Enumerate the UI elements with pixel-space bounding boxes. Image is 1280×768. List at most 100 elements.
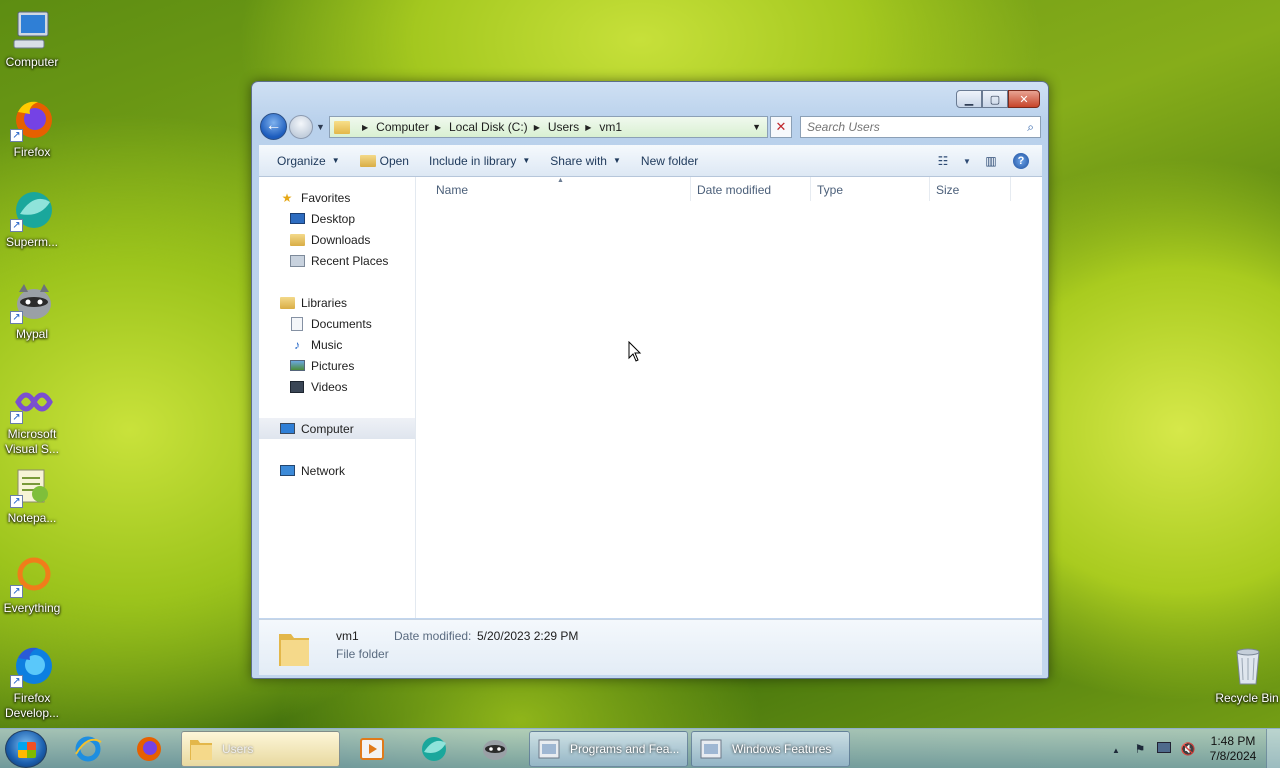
recent-pages-dropdown[interactable]: ▼ — [316, 122, 325, 132]
nav-item-desktop[interactable]: Desktop — [259, 208, 415, 229]
start-button[interactable] — [5, 730, 47, 768]
taskbar: Users Programs and Fea... Windows Featur… — [0, 728, 1280, 768]
nav-item-pictures[interactable]: Pictures — [259, 355, 415, 376]
help-button[interactable]: ? — [1006, 149, 1036, 173]
desktop-icon-visual-studio[interactable]: ↗ Microsoft Visual S... — [0, 380, 64, 457]
action-center-flag-icon[interactable]: ⚑ — [1128, 742, 1152, 756]
taskbar-pin-supermium[interactable] — [406, 732, 462, 766]
desktop-icon-label: Microsoft Visual S... — [5, 427, 59, 456]
address-dropdown-icon[interactable]: ▼ — [752, 122, 761, 132]
nav-label: Documents — [311, 316, 372, 331]
new-folder-label: New folder — [640, 153, 699, 168]
stop-loading-button[interactable]: ✕ — [770, 116, 792, 138]
nav-item-documents[interactable]: Documents — [259, 313, 415, 334]
taskbar-task-windows-features[interactable]: Windows Features — [691, 731, 850, 767]
forward-button[interactable] — [289, 115, 313, 139]
maximize-button[interactable]: ▢ — [982, 90, 1008, 108]
view-controls: ☷ ▼ ▥ ? — [928, 149, 1036, 173]
address-bar[interactable]: ▶ Computer ▶ Local Disk (C:) ▶ Users ▶ v… — [329, 116, 768, 138]
nav-item-music[interactable]: ♪ Music — [259, 334, 415, 355]
network-status-icon[interactable] — [1152, 742, 1176, 756]
desktop-icon-firefox-developer[interactable]: ↗ Firefox Develop... — [0, 644, 64, 721]
breadcrumb-item-vm1[interactable]: vm1 — [599, 120, 622, 134]
breadcrumb-arrow-icon[interactable]: ▶ — [585, 123, 591, 132]
taskbar-pin-mypal[interactable] — [467, 732, 523, 766]
nav-item-favorites[interactable]: ★ Favorites — [259, 187, 415, 208]
help-icon: ? — [1013, 153, 1029, 169]
details-pane: vm1 Date modified: 5/20/2023 2:29 PM Fil… — [259, 619, 1042, 675]
file-list[interactable]: ▲ Name Date modified Type Size — [417, 177, 1042, 618]
search-icon[interactable]: ⌕ — [1027, 120, 1034, 135]
column-header-name[interactable]: Name — [436, 183, 468, 197]
desktop-icon-label: Firefox Develop... — [4, 691, 60, 720]
open-label: Open — [379, 153, 409, 168]
organize-button[interactable]: Organize ▼ — [259, 149, 350, 173]
details-date-value: 5/20/2023 2:29 PM — [477, 629, 579, 643]
chevron-down-icon: ▼ — [316, 122, 325, 132]
desktop-icon-computer[interactable]: Computer — [0, 8, 64, 70]
minimize-button[interactable]: ▁ — [956, 90, 982, 108]
details-item-name: vm1 — [336, 629, 359, 643]
show-desktop-button[interactable] — [1266, 729, 1280, 768]
view-options-dropdown[interactable]: ▼ — [958, 149, 976, 173]
everything-icon: ↗ — [10, 554, 54, 598]
search-input[interactable] — [801, 117, 1011, 137]
computer-icon — [279, 422, 295, 436]
firefox-developer-icon: ↗ — [10, 644, 54, 688]
desktop-icon-mypal[interactable]: ↗ Mypal — [0, 280, 64, 342]
details-date-label: Date modified: — [394, 629, 472, 643]
nav-item-videos[interactable]: Videos — [259, 376, 415, 397]
close-icon: ✕ — [775, 119, 787, 134]
column-header-date-modified[interactable]: Date modified — [697, 183, 771, 197]
desktop-icon-label: Recycle Bin — [1215, 691, 1279, 705]
breadcrumb-item-local-disk[interactable]: Local Disk (C:) — [449, 120, 528, 134]
back-button[interactable]: ← — [260, 113, 287, 140]
breadcrumb-item-computer[interactable]: Computer — [376, 120, 429, 134]
taskbar-pin-firefox[interactable] — [121, 732, 177, 766]
taskbar-task-programs-and-features[interactable]: Programs and Fea... — [529, 731, 688, 767]
close-button[interactable]: ✕ — [1008, 90, 1040, 108]
column-header-type[interactable]: Type — [817, 183, 843, 197]
new-folder-button[interactable]: New folder — [631, 149, 708, 173]
taskbar-pin-internet-explorer[interactable] — [60, 732, 116, 766]
volume-muted-icon[interactable]: 🔇 — [1176, 742, 1200, 756]
windows-logo-icon — [18, 742, 36, 758]
taskbar-task-users[interactable]: Users — [181, 731, 340, 767]
desktop-icon-firefox[interactable]: ↗ Firefox — [0, 98, 64, 160]
minimize-icon: ▁ — [964, 93, 974, 106]
mypal-icon: ↗ — [10, 280, 54, 324]
computer-icon — [10, 8, 54, 52]
breadcrumb-item-users[interactable]: Users — [548, 120, 579, 134]
nav-item-computer[interactable]: Computer — [259, 418, 415, 439]
nav-item-recent-places[interactable]: Recent Places — [259, 250, 415, 271]
desktop-icon — [289, 212, 305, 226]
breadcrumb-arrow-icon[interactable]: ▶ — [362, 123, 368, 132]
breadcrumb-arrow-icon[interactable]: ▶ — [435, 123, 441, 132]
change-view-button[interactable]: ☷ — [928, 149, 958, 173]
desktop-icon-recycle-bin[interactable]: Recycle Bin — [1214, 644, 1280, 706]
desktop-icon-everything[interactable]: ↗ Everything — [0, 554, 64, 616]
sort-ascending-icon: ▲ — [557, 177, 564, 184]
desktop-icon-label: Firefox — [13, 145, 51, 159]
nav-item-downloads[interactable]: Downloads — [259, 229, 415, 250]
column-header-size[interactable]: Size — [936, 183, 959, 197]
share-with-button[interactable]: Share with ▼ — [540, 149, 631, 173]
libraries-icon — [279, 296, 295, 310]
nav-item-libraries[interactable]: Libraries — [259, 292, 415, 313]
search-box[interactable]: ⌕ — [800, 116, 1041, 138]
desktop-icon-supermium[interactable]: ↗ Superm... — [0, 188, 64, 250]
star-icon: ★ — [281, 190, 293, 205]
explorer-window[interactable]: ▁ ▢ ✕ ← ▼ ▶ Computer ▶ Local Disk (C:) ▶… — [251, 81, 1049, 679]
include-in-library-button[interactable]: Include in library ▼ — [419, 149, 540, 173]
open-folder-icon — [359, 154, 376, 167]
show-hidden-icons-button[interactable]: ▲ — [1104, 742, 1128, 756]
desktop-icon-notepad-plus-plus[interactable]: ↗ Notepa... — [0, 464, 64, 526]
open-button[interactable]: Open — [350, 149, 419, 173]
nav-item-network[interactable]: Network — [259, 460, 415, 481]
nav-label: Pictures — [311, 358, 355, 373]
preview-pane-button[interactable]: ▥ — [976, 149, 1006, 173]
breadcrumb-arrow-icon[interactable]: ▶ — [534, 123, 540, 132]
clock[interactable]: 1:48 PM 7/8/2024 — [1200, 734, 1266, 764]
desktop-icon-label: Superm... — [5, 235, 59, 249]
taskbar-pin-media-player[interactable] — [344, 732, 400, 766]
